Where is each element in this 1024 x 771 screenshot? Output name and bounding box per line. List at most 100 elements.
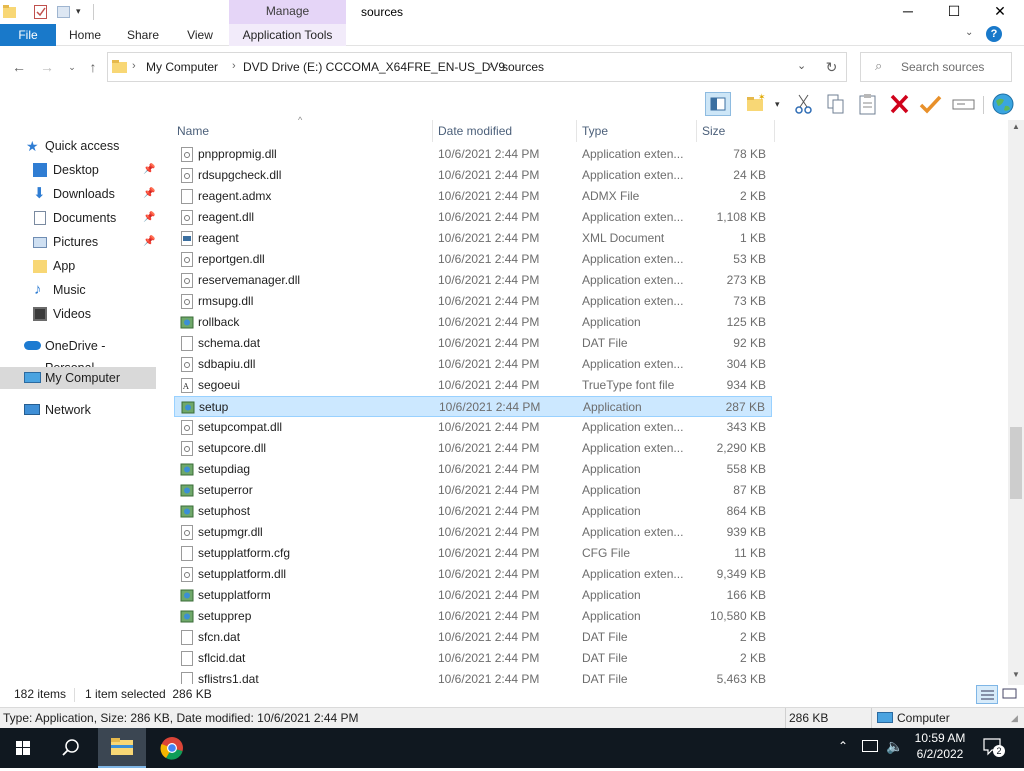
table-row[interactable]: reagent.admx 10/6/2021 2:44 PM ADMX File 2 … [174,186,772,207]
column-divider[interactable] [774,120,775,142]
start-button[interactable] [0,728,46,768]
scroll-up-icon[interactable]: ▲ [1012,122,1020,131]
table-row[interactable]: setuphost 10/6/2021 2:44 PM Application 864… [174,501,772,522]
table-row[interactable]: setupmgr.dll 10/6/2021 2:44 PM Application… [174,522,772,543]
column-header-name[interactable]: Name [177,124,209,138]
search-box[interactable]: ⌕ Search sources [860,52,1012,82]
notification-center-icon[interactable]: 2 [982,737,1005,757]
checkmark-icon[interactable] [918,92,944,116]
maximize-button[interactable]: ☐ [931,0,977,24]
minimize-ribbon-icon[interactable]: ⌄ [965,27,973,38]
customize-qat-icon[interactable]: ▾ [76,6,90,22]
sidebar-item-my-computer[interactable]: My Computer [0,367,156,389]
address-bar[interactable]: › My Computer › DVD Drive (E:) CCCOMA_X6… [107,52,847,82]
table-row[interactable]: setupplatform 10/6/2021 2:44 PM Applicatio… [174,585,772,606]
table-row[interactable]: reportgen.dll 10/6/2021 2:44 PM Applicatio… [174,249,772,270]
tab-home[interactable]: Home [62,24,108,46]
table-row[interactable]: sdbapiu.dll 10/6/2021 2:44 PM Application … [174,354,772,375]
column-divider[interactable] [576,120,577,142]
large-icons-view-icon[interactable] [1000,685,1020,704]
table-row[interactable]: setupplatform.cfg 10/6/2021 2:44 PM CFG Fi… [174,543,772,564]
pin-icon[interactable]: 📌 [143,231,155,253]
scrollbar-thumb[interactable] [1010,427,1022,499]
rename-icon[interactable] [951,92,977,116]
table-row[interactable]: sfcn.dat 10/6/2021 2:44 PM DAT File 2 KB [174,627,772,648]
minimize-button[interactable]: ─ [885,0,931,24]
table-row[interactable]: rollback 10/6/2021 2:44 PM Application 125 … [174,312,772,333]
breadcrumb-dvd-drive[interactable]: DVD Drive (E:) CCCOMA_X64FRE_EN-US_DV9 [243,60,505,74]
table-row[interactable]: schema.dat 10/6/2021 2:44 PM DAT File 92 KB [174,333,772,354]
chevron-up-icon[interactable]: ⌃ [838,739,848,753]
globe-icon[interactable] [990,92,1016,116]
table-row[interactable]: pnppropmig.dll 10/6/2021 2:44 PM Applicati… [174,144,772,165]
new-folder-toolbar-icon[interactable]: ✶ [744,92,770,116]
cut-icon[interactable] [791,92,817,116]
up-arrow-icon[interactable]: ↑ [84,58,102,76]
table-row[interactable]: reagent.dll 10/6/2021 2:44 PM Application … [174,207,772,228]
sidebar-item-quick-access[interactable]: ★ Quick access [0,135,156,157]
table-row[interactable]: sflistrs1.dat 10/6/2021 2:44 PM DAT File 5,… [174,669,772,684]
sidebar-item-onedrive[interactable]: OneDrive - Personal [0,335,156,375]
help-icon[interactable]: ? [986,26,1002,42]
pin-icon[interactable]: 📌 [143,207,155,229]
recent-locations-icon[interactable]: ⌄ [63,58,81,76]
search-taskbar-button[interactable] [48,728,94,768]
table-row[interactable]: reservemanager.dll 10/6/2021 2:44 PM Appli… [174,270,772,291]
table-row[interactable]: Asegoeui 10/6/2021 2:44 PM TrueType font f… [174,375,772,396]
table-row[interactable]: setupprep 10/6/2021 2:44 PM Application 10,… [174,606,772,627]
table-row[interactable]: setupplatform.dll 10/6/2021 2:44 PM Applic… [174,564,772,585]
table-row[interactable]: setupcompat.dll 10/6/2021 2:44 PM Applicat… [174,417,772,438]
table-row[interactable]: setupdiag 10/6/2021 2:44 PM Application 558… [174,459,772,480]
sidebar-item-desktop[interactable]: Desktop 📌 [0,159,156,181]
sidebar-item-pictures[interactable]: Pictures 📌 [0,231,156,253]
tab-file[interactable]: File [0,24,56,46]
properties-icon[interactable] [34,4,48,20]
search-input[interactable]: Search sources [901,60,984,74]
column-header-date[interactable]: Date modified [438,124,512,138]
copy-icon[interactable] [823,92,849,116]
table-row[interactable]: reagent 10/6/2021 2:44 PM XML Document 1 KB [174,228,772,249]
column-header-type[interactable]: Type [582,124,608,138]
sidebar-item-music[interactable]: ♪ Music [0,279,156,301]
back-arrow-icon[interactable]: ← [10,58,28,76]
table-row-selected[interactable]: setup 10/6/2021 2:44 PM Application 287 KB [174,396,772,417]
scroll-down-icon[interactable]: ▼ [1012,670,1020,679]
delete-icon[interactable] [887,92,913,116]
tab-view[interactable]: View [179,24,221,46]
sidebar-item-network[interactable]: Network [0,399,156,421]
chrome-taskbar-button[interactable] [148,728,196,768]
breadcrumb-my-computer[interactable]: My Computer [146,60,218,74]
forward-arrow-icon[interactable]: → [38,58,56,76]
pin-icon[interactable]: 📌 [143,159,155,181]
paste-icon[interactable] [855,92,881,116]
refresh-button[interactable]: ↻ [817,52,847,82]
new-folder-icon[interactable] [57,4,71,20]
table-row[interactable]: setupcore.dll 10/6/2021 2:44 PM Applicatio… [174,438,772,459]
vertical-scrollbar[interactable]: ▲ ▼ [1008,120,1024,685]
volume-icon[interactable]: 🔈 [886,738,903,755]
new-item-dropdown-icon[interactable]: ▾ [775,99,780,110]
file-explorer-taskbar-button[interactable] [98,728,146,768]
resize-grip-icon[interactable]: ◢ [1011,713,1018,724]
table-row[interactable]: setuperror 10/6/2021 2:44 PM Application 87… [174,480,772,501]
preview-pane-icon[interactable] [705,92,731,116]
network-tray-icon[interactable] [862,740,878,752]
column-divider[interactable] [432,120,433,142]
close-button[interactable]: ✕ [977,0,1023,24]
clock[interactable]: 10:59 AM 6/2/2022 [905,731,975,761]
details-view-icon[interactable] [976,685,998,704]
sidebar-item-videos[interactable]: Videos [0,303,156,325]
table-row[interactable]: rdsupgcheck.dll 10/6/2021 2:44 PM Applicat… [174,165,772,186]
pin-icon[interactable]: 📌 [143,183,155,205]
table-row[interactable]: rmsupg.dll 10/6/2021 2:44 PM Application e… [174,291,772,312]
table-row[interactable]: sflcid.dat 10/6/2021 2:44 PM DAT File 2 KB [174,648,772,669]
folder-icon[interactable] [3,4,17,20]
column-header-size[interactable]: Size [702,124,725,138]
tab-application-tools[interactable]: Application Tools [229,24,346,46]
address-dropdown-icon[interactable]: ⌄ [797,59,806,72]
sidebar-item-downloads[interactable]: ⬇ Downloads 📌 [0,183,156,205]
sidebar-item-app[interactable]: App [0,255,156,277]
sidebar-item-documents[interactable]: Documents 📌 [0,207,156,229]
column-divider[interactable] [696,120,697,142]
breadcrumb-sources[interactable]: sources [502,60,544,74]
